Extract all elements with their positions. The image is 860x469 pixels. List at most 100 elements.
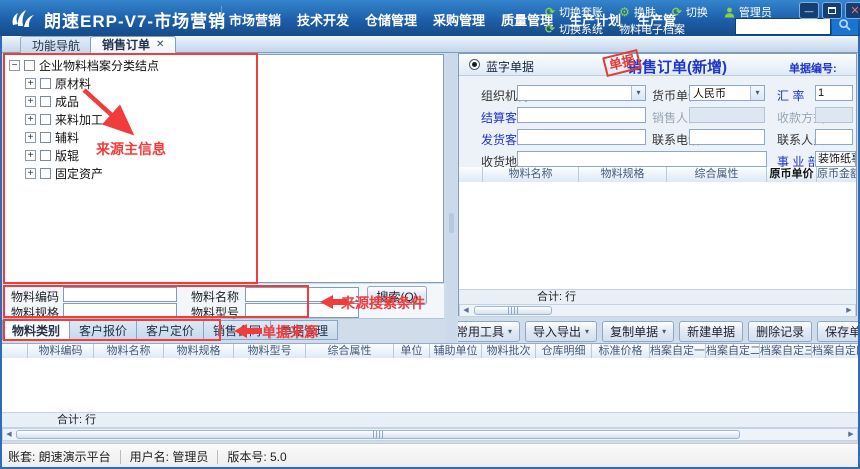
org-select[interactable]: ▾ [517, 85, 646, 101]
maximize-button[interactable] [822, 2, 842, 19]
expand-icon[interactable]: + [25, 167, 36, 179]
scrollbar-thumb[interactable] [474, 306, 552, 315]
col-std-price[interactable]: 标准价格 [592, 344, 650, 359]
contact-input[interactable] [815, 129, 853, 145]
expand-icon[interactable]: + [25, 149, 36, 161]
tree-node-roller[interactable]: + 版辊 [25, 147, 443, 163]
tree-checkbox[interactable] [40, 95, 51, 107]
division-value[interactable]: 装饰纸事业 [815, 151, 856, 167]
col-custom2[interactable]: 档案自定二 [706, 344, 760, 359]
switch-accountset-link[interactable]: 切换套账 [559, 4, 603, 20]
col-aux-unit[interactable]: 辅助单位 [430, 344, 482, 359]
scroll-left-icon[interactable]: ◀ [3, 429, 15, 440]
collapse-icon[interactable]: − [9, 59, 20, 71]
col-name[interactable]: 物料名称 [483, 167, 579, 182]
tree-node-auxiliary[interactable]: + 辅料 [25, 129, 443, 145]
tree-checkbox[interactable] [40, 131, 51, 143]
chevron-down-icon[interactable]: ▾ [631, 86, 645, 100]
delete-record-button[interactable]: 删除记录 [748, 321, 813, 342]
tree-node-incoming-processing[interactable]: + 来料加工 [25, 111, 443, 127]
currency-select[interactable]: 人民币 ▾ [689, 85, 765, 101]
tree-node-label[interactable]: 企业物料档案分类结点 [39, 57, 159, 74]
close-button[interactable]: ✕ [845, 2, 860, 19]
global-search-input[interactable] [735, 18, 831, 35]
col-select[interactable] [459, 167, 483, 182]
tree-node-root[interactable]: − 企业物料档案分类结点 [9, 57, 443, 73]
tree-checkbox[interactable] [40, 113, 51, 125]
switch-system-link[interactable]: 切换系统 [559, 21, 603, 37]
menu-item-marketing[interactable]: 市场营销 [229, 10, 281, 29]
col-select[interactable] [2, 344, 28, 359]
tree-checkbox[interactable] [24, 59, 35, 71]
tree-checkbox[interactable] [40, 77, 51, 89]
menu-item-tech-dev[interactable]: 技术开发 [297, 10, 349, 29]
col-unit-price[interactable]: 原币单价 [767, 167, 817, 182]
new-doc-button[interactable]: 新建单据 [679, 321, 744, 342]
order-table-body[interactable] [459, 182, 856, 289]
chevron-down-icon[interactable]: ▾ [750, 86, 764, 100]
bottom-horizontal-scrollbar[interactable]: ◀ ▶ [2, 428, 858, 441]
tree-checkbox[interactable] [40, 149, 51, 161]
material-table-body[interactable] [2, 358, 858, 413]
col-name[interactable]: 物料名称 [94, 344, 164, 359]
col-custom4[interactable]: 档案自定四 [812, 344, 858, 359]
col-batch[interactable]: 物料批次 [482, 344, 536, 359]
tree-checkbox[interactable] [40, 167, 51, 179]
scroll-right-icon[interactable]: ▶ [845, 429, 857, 440]
address-input[interactable] [517, 151, 767, 167]
col-model[interactable]: 物料型号 [234, 344, 306, 359]
minimize-button[interactable]: — [799, 2, 819, 19]
tree-node-label[interactable]: 辅料 [55, 129, 79, 146]
expand-icon[interactable]: + [25, 113, 36, 125]
tab-close-icon[interactable]: ✕ [156, 39, 164, 50]
blue-doc-radio-label[interactable]: 蓝字单据 [486, 58, 534, 75]
blue-doc-radio[interactable] [469, 59, 480, 70]
menu-item-warehouse[interactable]: 仓储管理 [365, 10, 417, 29]
col-custom1[interactable]: 档案自定一 [650, 344, 706, 359]
expand-icon[interactable]: + [25, 77, 36, 89]
copy-doc-button[interactable]: 复制单据 ▾ [602, 321, 675, 342]
scrollbar-thumb[interactable] [16, 430, 740, 439]
col-amount[interactable]: 原币金额 [817, 167, 856, 182]
menu-item-purchase[interactable]: 采购管理 [433, 10, 485, 29]
settle-customer-input[interactable] [517, 107, 646, 123]
tab-sales-order[interactable]: 销售订单 ✕ [90, 36, 177, 53]
change-skin-link[interactable]: 换肤 [634, 4, 656, 20]
col-code[interactable]: 物料编码 [28, 344, 94, 359]
delivery-customer-input[interactable] [517, 129, 646, 145]
order-horizontal-scrollbar[interactable]: ◀ ▶ [459, 304, 856, 317]
tree-node-fixed-assets[interactable]: + 固定资产 [25, 165, 443, 181]
panel-splitter[interactable] [446, 53, 457, 343]
col-attributes[interactable]: 综合属性 [306, 344, 394, 359]
save-doc-button[interactable]: 保存单据 [817, 321, 860, 342]
col-spec[interactable]: 物料规格 [579, 167, 667, 182]
tab-material-category[interactable]: 物料类别 [2, 320, 71, 340]
tree-node-label[interactable]: 成品 [55, 93, 79, 110]
splitter-handle[interactable] [449, 213, 454, 233]
col-spec[interactable]: 物料规格 [164, 344, 234, 359]
col-unit[interactable]: 单位 [394, 344, 430, 359]
expand-icon[interactable]: + [25, 95, 36, 107]
col-custom3[interactable]: 档案自定三 [760, 344, 812, 359]
tree-node-label[interactable]: 原材料 [55, 75, 91, 92]
col-warehouse[interactable]: 仓库明细 [536, 344, 592, 359]
phone-input[interactable] [689, 129, 765, 145]
rate-input[interactable] [815, 85, 853, 101]
tab-customer-quote[interactable]: 客户报价 [69, 320, 138, 340]
col-attributes[interactable]: 综合属性 [667, 167, 767, 182]
expand-icon[interactable]: + [25, 131, 36, 143]
tree-node-label[interactable]: 版辊 [55, 147, 79, 164]
tree-node-raw-material[interactable]: + 原材料 [25, 75, 443, 91]
switch-link[interactable]: 切换 [686, 4, 708, 20]
scroll-left-icon[interactable]: ◀ [460, 305, 472, 316]
import-export-button[interactable]: 导入导出 ▾ [525, 321, 598, 342]
tree-node-finished-goods[interactable]: + 成品 [25, 93, 443, 109]
tree-node-label[interactable]: 来料加工 [55, 111, 103, 128]
common-tools-button[interactable]: 常用工具 ▾ [458, 321, 521, 342]
material-archive-link[interactable]: 物料电子档案 [619, 21, 685, 37]
material-spec-input[interactable] [63, 303, 177, 318]
tree-node-label[interactable]: 固定资产 [55, 165, 103, 182]
scroll-right-icon[interactable]: ▶ [843, 305, 855, 316]
tab-function-nav[interactable]: 功能导航 [20, 36, 93, 53]
material-code-input[interactable] [63, 287, 177, 302]
